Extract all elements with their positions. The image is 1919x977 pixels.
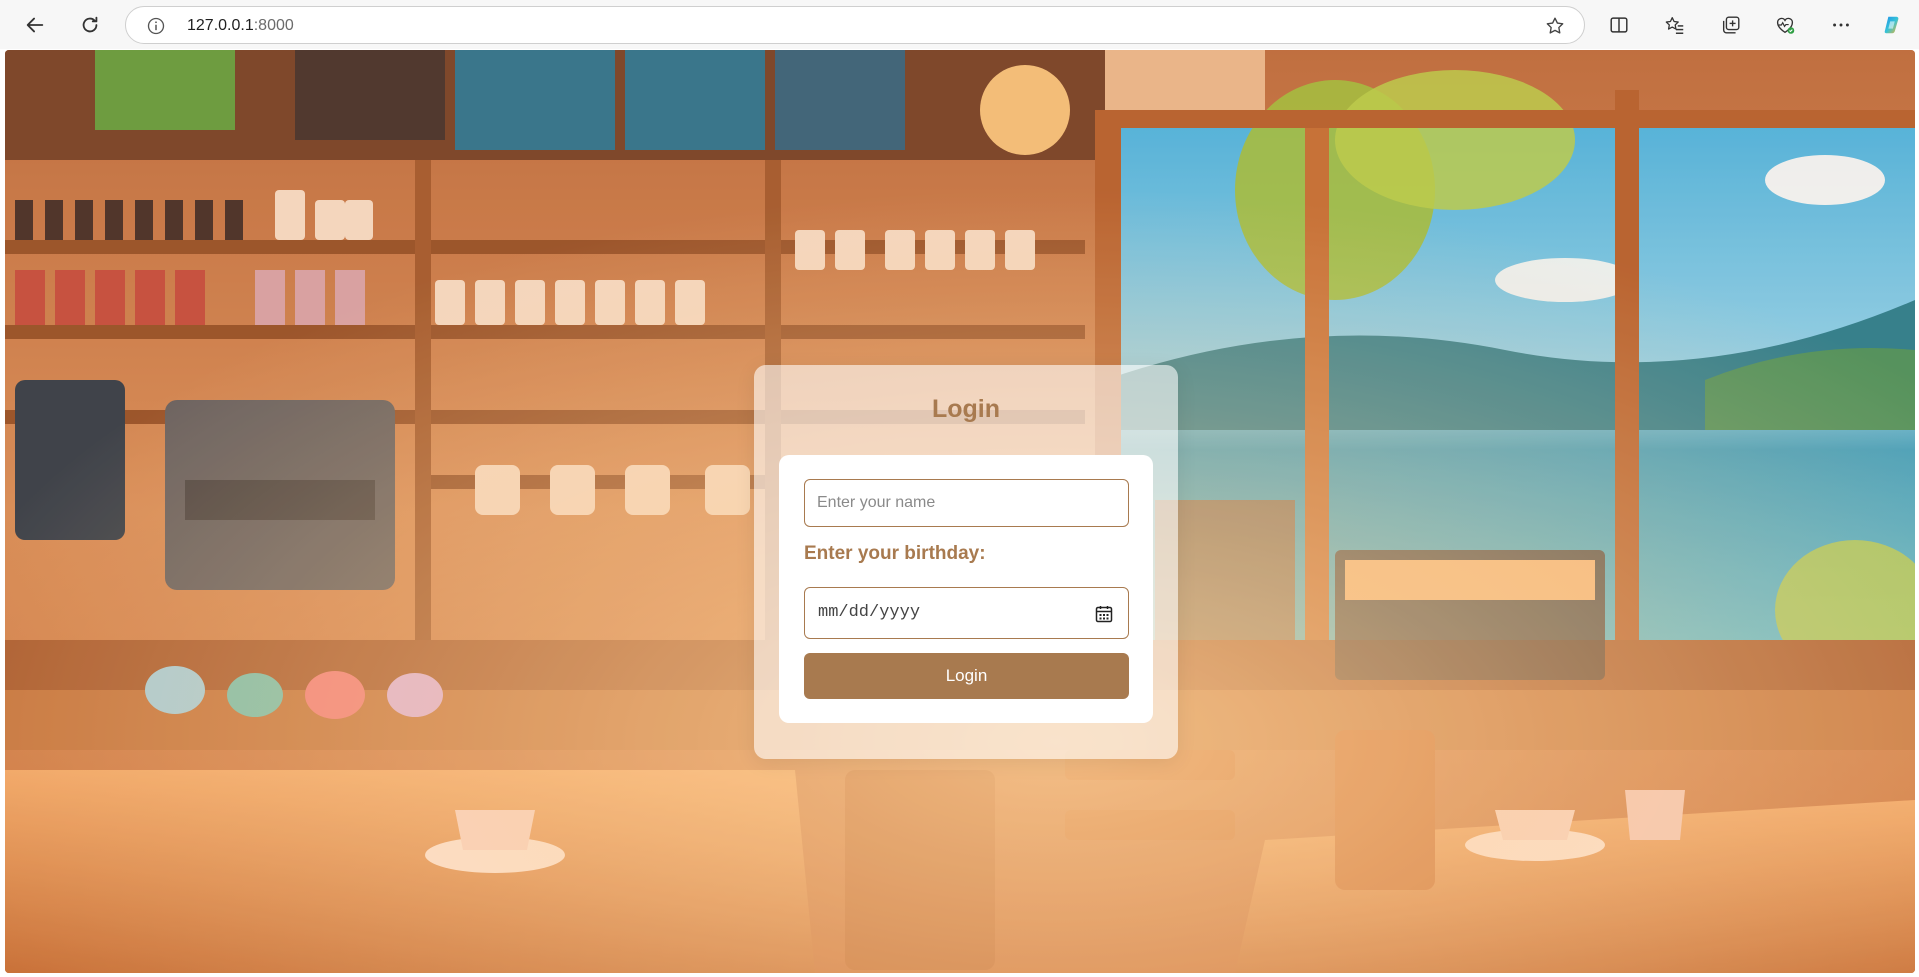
date-placeholder: mm/dd/yyyy — [818, 603, 921, 622]
copilot-button[interactable] — [1879, 12, 1905, 38]
collections-icon — [1722, 16, 1740, 34]
url-host: 127.0.0.1 — [187, 17, 254, 34]
browser-toolbar: 127.0.0.1:8000 — [0, 0, 1919, 49]
refresh-button[interactable] — [75, 10, 105, 40]
birthday-label: Enter your birthday: — [804, 543, 986, 564]
refresh-icon — [82, 16, 98, 33]
login-button[interactable]: Login — [804, 653, 1129, 699]
split-screen-button[interactable] — [1606, 12, 1632, 38]
page-viewport: Login Enter your birthday: mm/dd/yyyy — [5, 50, 1915, 973]
back-arrow-icon — [26, 17, 44, 33]
calendar-icon[interactable] — [1094, 604, 1114, 624]
login-title: Login — [931, 395, 1001, 423]
url-text[interactable]: 127.0.0.1:8000 — [187, 17, 294, 35]
collections-button[interactable] — [1718, 12, 1744, 38]
favorites-button[interactable] — [1662, 12, 1688, 38]
star-icon[interactable] — [1544, 15, 1566, 37]
address-bar[interactable]: 127.0.0.1:8000 — [125, 6, 1585, 44]
copilot-icon — [1884, 16, 1899, 34]
split-screen-icon — [1610, 17, 1628, 33]
login-card: Login Enter your birthday: mm/dd/yyyy — [754, 365, 1178, 759]
favorites-icon — [1665, 17, 1684, 34]
heart-health-icon — [1776, 17, 1795, 34]
back-button[interactable] — [20, 10, 50, 40]
more-icon — [1833, 23, 1849, 27]
name-input[interactable] — [804, 479, 1129, 527]
more-button[interactable] — [1828, 12, 1854, 38]
browser-essentials-button[interactable] — [1772, 12, 1798, 38]
login-form: Enter your birthday: mm/dd/yyyy Login — [779, 455, 1153, 723]
site-info-icon[interactable] — [146, 16, 166, 36]
birthday-date-input[interactable]: mm/dd/yyyy — [804, 587, 1129, 639]
url-port: :8000 — [253, 17, 294, 34]
